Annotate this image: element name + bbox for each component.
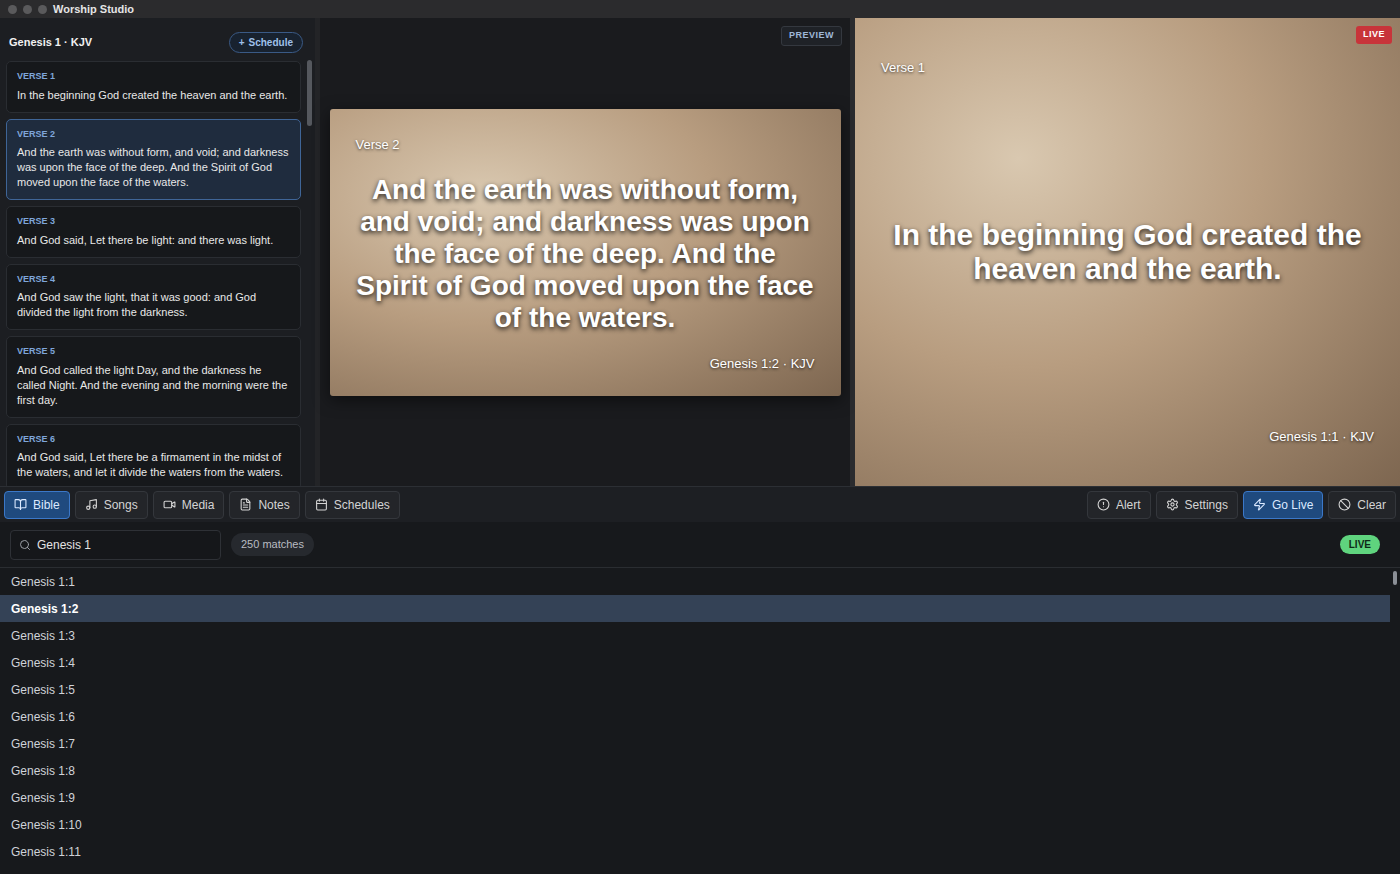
action-icon xyxy=(1166,498,1179,511)
toolbar-action[interactable]: Clear xyxy=(1328,491,1396,519)
close-button[interactable] xyxy=(8,5,17,14)
action-icon xyxy=(1338,498,1351,511)
result-row[interactable]: Genesis 1:8 xyxy=(0,757,1390,784)
search-field[interactable]: Genesis 1 xyxy=(10,530,221,560)
slide-label: Verse 1 xyxy=(881,58,1374,78)
verse-label: VERSE 3 xyxy=(17,215,290,229)
results-list: Genesis 1:1Genesis 1:2Genesis 1:3Genesis… xyxy=(0,568,1400,874)
result-row[interactable]: Genesis 1:11 xyxy=(0,838,1390,865)
live-badge: LIVE xyxy=(1356,26,1392,44)
toolbar-tab[interactable]: Bible xyxy=(4,491,70,519)
match-count: 250 matches xyxy=(231,533,314,556)
verse-card[interactable]: VERSE 4 And God saw the light, that it wa… xyxy=(6,264,301,331)
preview-panel: PREVIEW Verse 2 And the earth was without … xyxy=(320,18,855,486)
app-window: Worship Studio Genesis 1 · KJV +Schedule VE… xyxy=(0,0,1400,874)
toolbar-tab[interactable]: Media xyxy=(153,491,225,519)
schedule-button[interactable]: +Schedule xyxy=(229,32,303,53)
toolbar-tab[interactable]: Notes xyxy=(229,491,299,519)
plus-icon: + xyxy=(239,35,245,50)
toolbar-tab[interactable]: Songs xyxy=(75,491,148,519)
zoom-button[interactable] xyxy=(38,5,47,14)
title-bar: Worship Studio xyxy=(0,0,1400,18)
verse-card[interactable]: VERSE 3 And God said, Let there be light:… xyxy=(6,206,301,258)
verse-text: In the beginning God created the heaven … xyxy=(17,88,290,103)
result-row[interactable]: Genesis 1:9 xyxy=(0,784,1390,811)
slide-text: And the earth was without form, and void… xyxy=(356,174,815,334)
verse-label: VERSE 4 xyxy=(17,273,290,287)
toolbar-action[interactable]: Settings xyxy=(1156,491,1238,519)
tab-icon xyxy=(315,498,328,511)
toolbar-tab[interactable]: Schedules xyxy=(305,491,400,519)
slide-reference: Genesis 1:2 · KJV xyxy=(710,354,815,374)
slide-text: In the beginning God created the heaven … xyxy=(881,218,1374,286)
tab-icon xyxy=(163,498,176,511)
verse-label: VERSE 6 xyxy=(17,433,290,447)
tab-icon xyxy=(239,498,252,511)
toolbar-action[interactable]: Alert xyxy=(1087,491,1151,519)
search-icon xyxy=(19,539,31,551)
results-scrollbar[interactable] xyxy=(1393,571,1397,585)
toolbar-action[interactable]: Go Live xyxy=(1243,491,1323,519)
verse-text: And the earth was without form, and void… xyxy=(17,145,290,190)
verse-label: VERSE 5 xyxy=(17,345,290,359)
preview-badge: PREVIEW xyxy=(781,26,842,46)
verse-card[interactable]: VERSE 2 And the earth was without form, a… xyxy=(6,119,301,201)
live-slide: Verse 1 In the beginning God created the … xyxy=(855,18,1400,486)
search-row: Genesis 1 250 matches LIVE xyxy=(0,522,1400,568)
verse-scrollbar[interactable] xyxy=(307,60,312,126)
result-row[interactable]: Genesis 1:5 xyxy=(0,676,1390,703)
action-icon xyxy=(1097,498,1110,511)
live-status: LIVE xyxy=(1340,535,1380,554)
result-row[interactable]: Genesis 1:1 xyxy=(0,568,1390,595)
slide-reference: Genesis 1:1 · KJV xyxy=(1269,427,1374,447)
verse-panel-title: Genesis 1 · KJV xyxy=(9,34,92,51)
result-row[interactable]: Genesis 1:2 xyxy=(0,595,1390,622)
verse-label: VERSE 1 xyxy=(17,70,290,84)
tab-icon xyxy=(85,498,98,511)
verse-card[interactable]: VERSE 5 And God called the light Day, and… xyxy=(6,336,301,418)
verse-card[interactable]: VERSE 1 In the beginning God created the … xyxy=(6,61,301,113)
verse-panel: Genesis 1 · KJV +Schedule VERSE 1 In the be… xyxy=(0,18,320,486)
result-row[interactable]: Genesis 1:10 xyxy=(0,811,1390,838)
tab-icon xyxy=(14,498,27,511)
minimize-button[interactable] xyxy=(23,5,32,14)
toolbar: BibleSongsMediaNotesSchedules AlertSettin… xyxy=(0,486,1400,522)
slide-label: Verse 2 xyxy=(356,135,815,155)
verse-text: And God said, Let there be light: and th… xyxy=(17,233,290,248)
action-icon xyxy=(1253,498,1266,511)
verse-text: And God said, Let there be a firmament i… xyxy=(17,450,290,480)
live-panel: Verse 1 In the beginning God created the … xyxy=(855,18,1400,486)
result-row[interactable]: Genesis 1:4 xyxy=(0,649,1390,676)
result-row[interactable]: Genesis 1:3 xyxy=(0,622,1390,649)
verse-card[interactable]: VERSE 6 And God said, Let there be a firm… xyxy=(6,424,301,487)
verse-text: And God saw the light, that it was good:… xyxy=(17,290,290,320)
result-row[interactable]: Genesis 1:6 xyxy=(0,703,1390,730)
window-title: Worship Studio xyxy=(53,1,134,18)
preview-slide: Verse 2 And the earth was without form, a… xyxy=(330,109,841,396)
verse-label: VERSE 2 xyxy=(17,128,290,142)
verse-text: And God called the light Day, and the da… xyxy=(17,363,290,408)
result-row[interactable]: Genesis 1:7 xyxy=(0,730,1390,757)
